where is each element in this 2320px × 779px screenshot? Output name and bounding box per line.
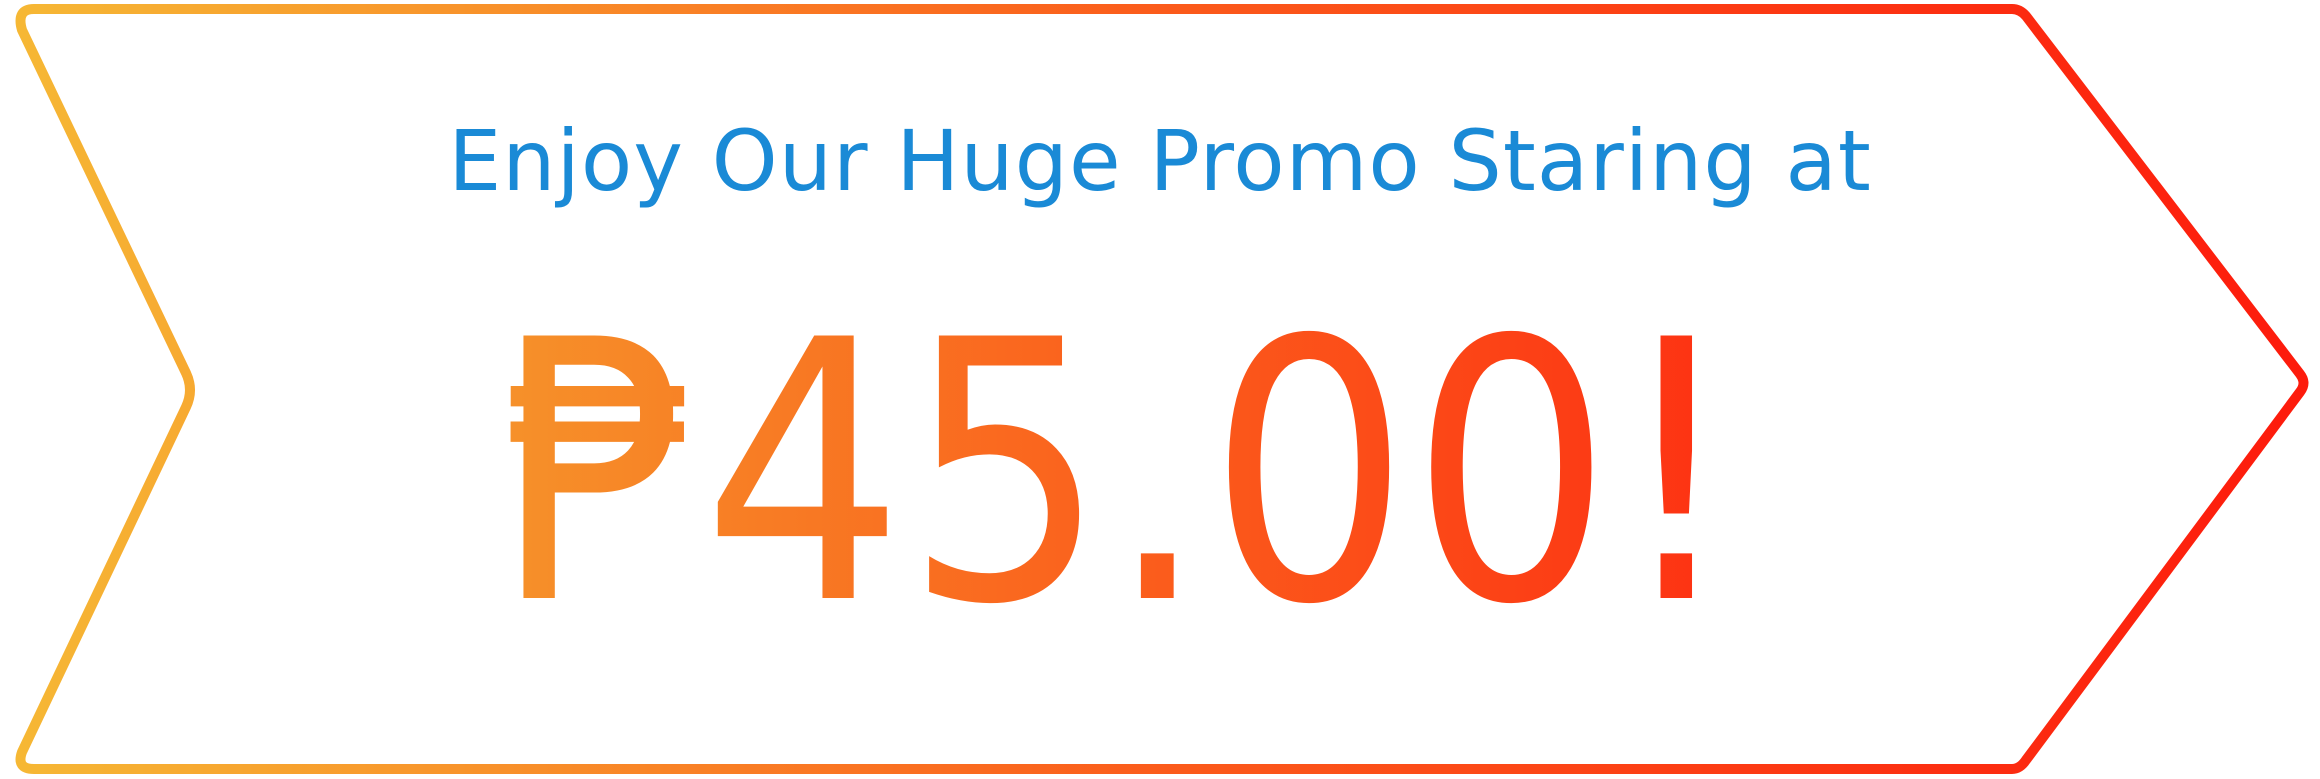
price-text: ₱45.00! xyxy=(500,264,1740,683)
promo-price: ₱45.00! xyxy=(500,264,1740,683)
